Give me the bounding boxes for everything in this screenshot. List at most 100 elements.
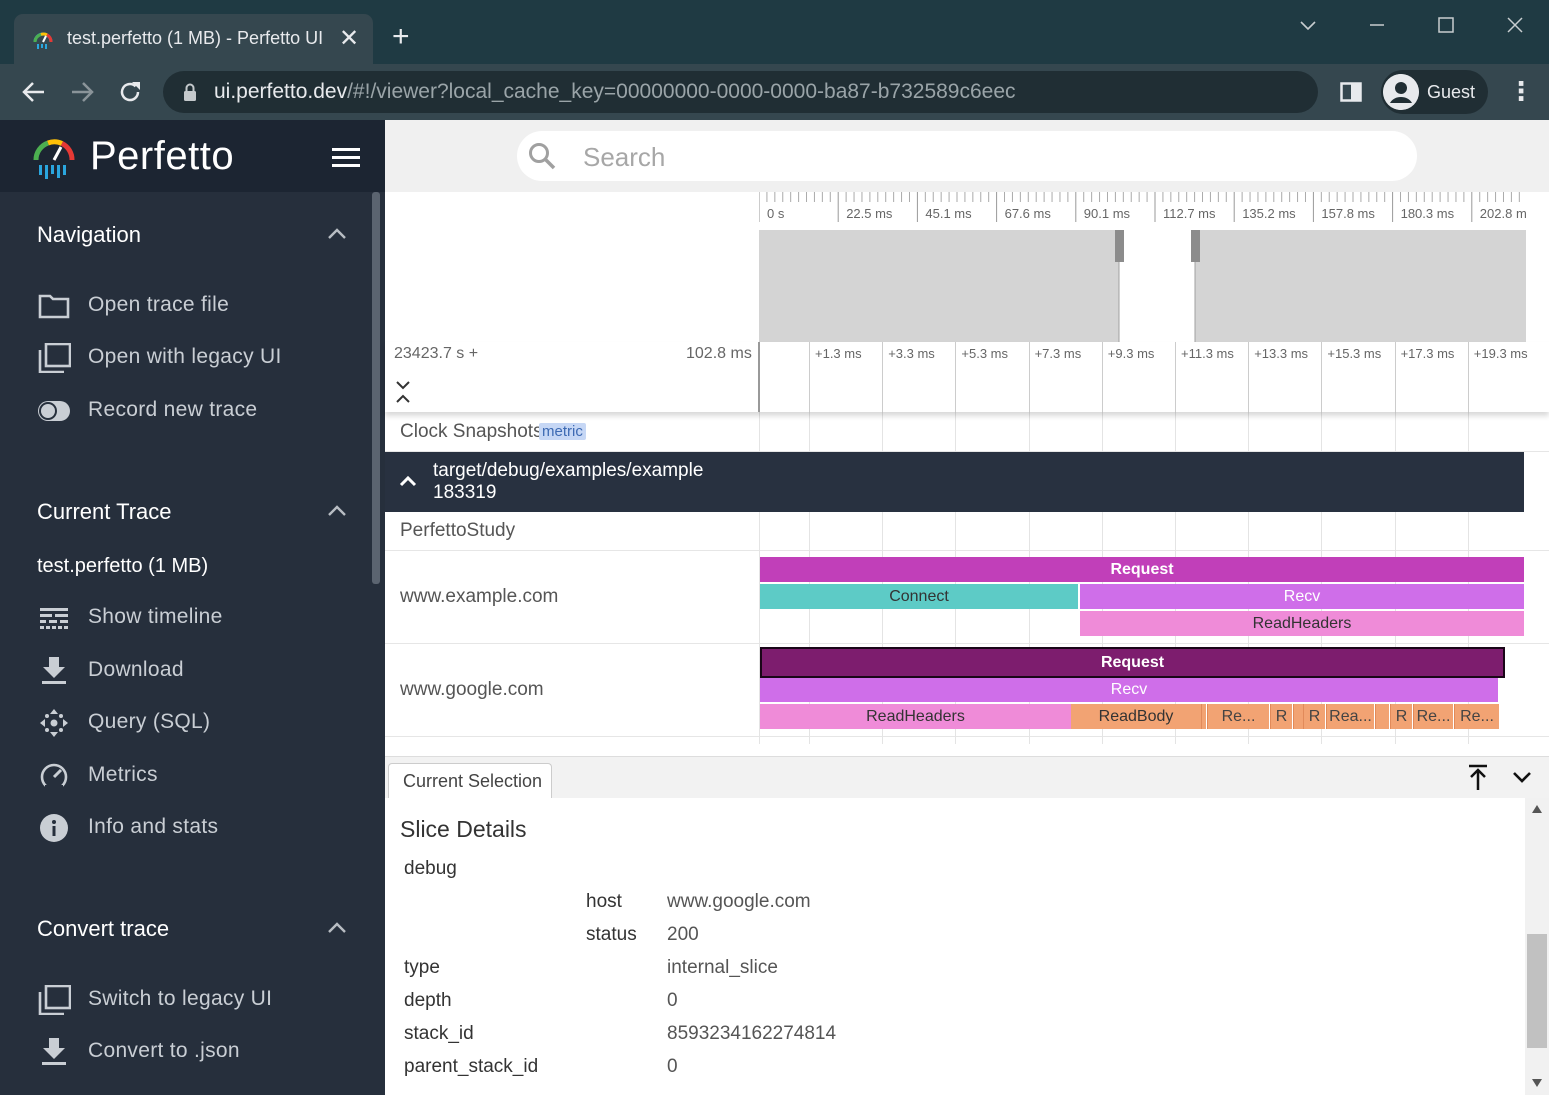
slice-request-selected[interactable]: Request: [760, 647, 1505, 678]
slice-readbody-short[interactable]: Re...: [1413, 704, 1453, 729]
slice-readbody-short[interactable]: R: [1303, 704, 1325, 729]
download-icon: [42, 1038, 66, 1065]
tab-search-chevron-icon[interactable]: [1293, 10, 1323, 40]
slice-small[interactable]: [1375, 704, 1389, 729]
scrollbar-thumb[interactable]: [1527, 934, 1547, 1048]
tab-label: Current Selection: [403, 771, 543, 791]
perfetto-favicon-icon: [33, 32, 53, 49]
arg-key: host: [586, 891, 622, 912]
slice-readbody-short[interactable]: R: [1270, 704, 1292, 729]
minimize-icon[interactable]: [1362, 10, 1392, 40]
axis-tick-label: +13.3 ms: [1254, 346, 1309, 361]
address-bar[interactable]: ui.perfetto.dev/#!/viewer?local_cache_ke…: [163, 71, 1318, 113]
maximize-icon[interactable]: [1431, 10, 1461, 40]
overview-tick-label: 0 s: [767, 206, 785, 221]
slice-request[interactable]: Request: [760, 557, 1524, 582]
window-close-icon[interactable]: [1500, 10, 1530, 40]
slice-connect[interactable]: Connect: [760, 584, 1078, 609]
grid-line: [1175, 412, 1176, 452]
track-divider: [759, 412, 760, 452]
details-scrollbar[interactable]: [1525, 798, 1549, 1095]
track-name: PerfettoStudy: [400, 520, 516, 541]
url-host: ui.perfetto.dev: [214, 80, 348, 103]
hamburger-menu-icon[interactable]: [332, 148, 360, 168]
side-panel-icon[interactable]: [1340, 82, 1362, 102]
axis-tick: [1467, 342, 1469, 412]
main-panel: Search 0 s 22.5 ms 45.1 ms 67.6 ms 90.1 ms 11…: [385, 120, 1549, 1095]
sidebar-item-metrics[interactable]: Metrics: [37, 757, 357, 797]
section-title-current-trace: Current Trace: [37, 499, 172, 524]
perfetto-logo-icon: [33, 139, 75, 179]
download-icon: [42, 657, 66, 684]
slice-readbody-short[interactable]: Re...: [1454, 704, 1499, 729]
chevron-up-icon[interactable]: [327, 505, 347, 517]
tab-title: test.perfetto (1 MB) - Perfetto UI: [67, 28, 324, 48]
process-pid: 183319: [433, 482, 497, 503]
search-input[interactable]: Search: [583, 142, 665, 173]
slice-readheaders[interactable]: ReadHeaders: [1080, 611, 1524, 636]
url-text: ui.perfetto.dev/#!/viewer?local_cache_ke…: [214, 80, 1016, 104]
slice-readheaders[interactable]: ReadHeaders: [760, 704, 1071, 729]
sidebar-item-convert-to-json[interactable]: Convert to .json: [37, 1033, 357, 1073]
track-name: Clock Snapshots: [400, 421, 543, 442]
debug-label: debug: [404, 858, 457, 879]
sidebar-item-query-sql[interactable]: Query (SQL): [37, 704, 357, 744]
sidebar-item-open-legacy-ui[interactable]: Open with legacy UI: [37, 339, 357, 379]
brand-name: Perfetto: [90, 134, 235, 178]
sidebar-item-switch-legacy-ui[interactable]: Switch to legacy UI: [37, 981, 357, 1021]
field-key: depth: [404, 990, 452, 1011]
tab-close-icon[interactable]: ✕: [339, 24, 359, 53]
axis-tick: [1248, 342, 1250, 412]
maximize-panel-icon[interactable]: [1466, 763, 1490, 791]
reload-icon[interactable]: [116, 78, 144, 106]
scroll-down-icon[interactable]: [1531, 1078, 1543, 1088]
track-clock-snapshots[interactable]: Clock Snapshots metric: [385, 412, 1549, 452]
back-arrow-icon[interactable]: [20, 78, 48, 106]
slice-readbody-short[interactable]: Rea...: [1326, 704, 1374, 729]
browser-tab[interactable]: test.perfetto (1 MB) - Perfetto UI ✕: [14, 14, 373, 64]
track-perfetto-study[interactable]: PerfettoStudy: [385, 512, 1549, 551]
grid-line: [1467, 412, 1469, 452]
sidebar: Perfetto Navigation Open trace file Open…: [0, 120, 385, 1095]
search-icon: [529, 143, 556, 170]
slice-recv[interactable]: Recv: [760, 678, 1498, 702]
topbar: Search: [385, 120, 1549, 192]
profile-button[interactable]: Guest: [1381, 70, 1488, 114]
field-key: parent_stack_id: [404, 1056, 539, 1077]
overview-timeline[interactable]: 0 s 22.5 ms 45.1 ms 67.6 ms 90.1 ms 112.7 ms 1…: [385, 192, 1549, 342]
forward-arrow-icon[interactable]: [68, 78, 96, 106]
sidebar-item-record-new-trace[interactable]: Record new trace: [37, 392, 357, 432]
slice-readbody-short[interactable]: R: [1390, 704, 1412, 729]
browser-menu-icon[interactable]: ⋮: [1508, 78, 1534, 106]
sidebar-item-download[interactable]: Download: [37, 652, 357, 692]
sidebar-item-show-timeline[interactable]: Show timeline: [37, 599, 357, 639]
sidebar-item-open-trace-file[interactable]: Open trace file: [37, 287, 357, 327]
overview-tick-label: 157.8 ms: [1321, 206, 1375, 221]
collapse-expand-icon[interactable]: [395, 378, 411, 408]
sidebar-scrollbar[interactable]: [372, 192, 380, 584]
time-axis: 23423.7 s + 102.8 ms +1.3 ms +3.3 ms +5.3 …: [385, 342, 1549, 412]
scroll-up-icon[interactable]: [1531, 804, 1543, 814]
slice-small[interactable]: [1293, 704, 1303, 729]
filter-none-icon: [38, 985, 71, 1015]
folder-icon: [38, 294, 70, 319]
chevron-down-icon[interactable]: [1511, 769, 1533, 785]
chevron-up-icon[interactable]: [327, 922, 347, 934]
track-name: www.google.com: [400, 679, 544, 700]
chevron-up-icon[interactable]: [399, 475, 417, 487]
tab-current-selection[interactable]: Current Selection: [388, 763, 552, 799]
process-group-header[interactable]: target/debug/examples/example 183319: [385, 452, 1524, 512]
slice-readbody-short[interactable]: Re...: [1207, 704, 1269, 729]
new-tab-button[interactable]: +: [392, 22, 410, 52]
slice-small[interactable]: [1201, 704, 1206, 729]
current-trace-name: test.perfetto (1 MB): [37, 555, 209, 577]
slice-readbody[interactable]: ReadBody: [1071, 704, 1201, 729]
field-value: 0: [667, 990, 678, 1011]
process-name: target/debug/examples/example 183319: [433, 460, 703, 504]
chevron-up-icon[interactable]: [327, 228, 347, 240]
slice-recv[interactable]: Recv: [1080, 584, 1524, 609]
sidebar-item-info-and-stats[interactable]: Info and stats: [37, 809, 357, 849]
grid-line: [1394, 412, 1396, 452]
search-box[interactable]: Search: [517, 131, 1417, 181]
query-icon: [40, 709, 68, 737]
